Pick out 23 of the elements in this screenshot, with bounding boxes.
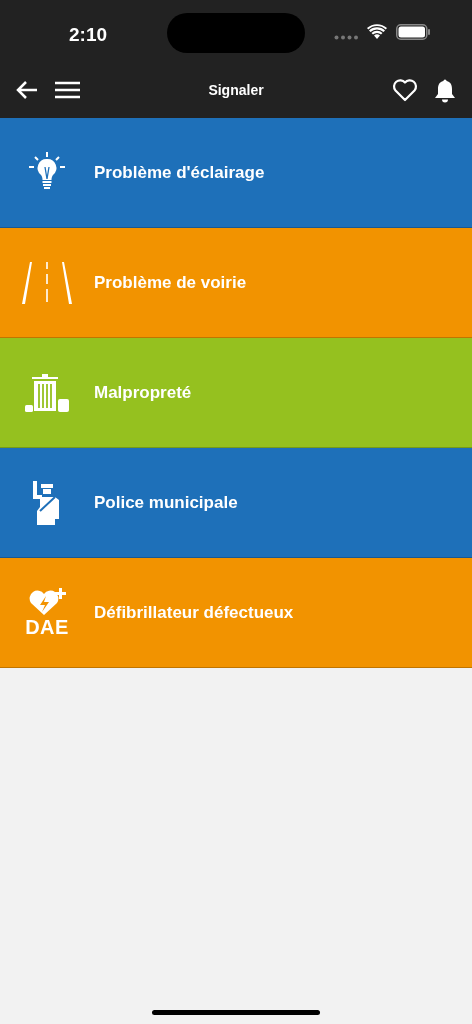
category-label: Problème de voirie xyxy=(94,271,247,294)
screen-title: Signaler xyxy=(208,80,264,100)
back-arrow-icon[interactable] xyxy=(16,80,38,100)
category-row[interactable]: Problème d'éclairage xyxy=(0,118,472,228)
signal-icon xyxy=(334,35,359,40)
icon-caption: DAE xyxy=(25,617,69,637)
status-time: 2:10 xyxy=(69,23,108,47)
defibrillator-icon xyxy=(27,588,67,616)
bell-icon[interactable] xyxy=(434,77,456,103)
heart-icon[interactable] xyxy=(392,78,418,102)
category-label: Défibrillateur défectueux xyxy=(94,601,294,624)
battery-icon xyxy=(396,24,431,40)
category-label: Malpropreté xyxy=(94,381,192,404)
category-row[interactable]: Police municipale xyxy=(0,448,472,558)
menu-icon[interactable] xyxy=(55,81,80,99)
category-row[interactable]: Problème de voirie xyxy=(0,228,472,338)
category-row[interactable]: Malpropreté xyxy=(0,338,472,448)
category-label: Problème d'éclairage xyxy=(94,161,265,184)
road-icon xyxy=(22,261,72,304)
category-label: Police municipale xyxy=(94,491,238,514)
trash-can-icon xyxy=(25,372,69,413)
category-row[interactable]: DAE Défibrillateur défectueux xyxy=(0,558,472,668)
wifi-icon xyxy=(367,24,387,39)
